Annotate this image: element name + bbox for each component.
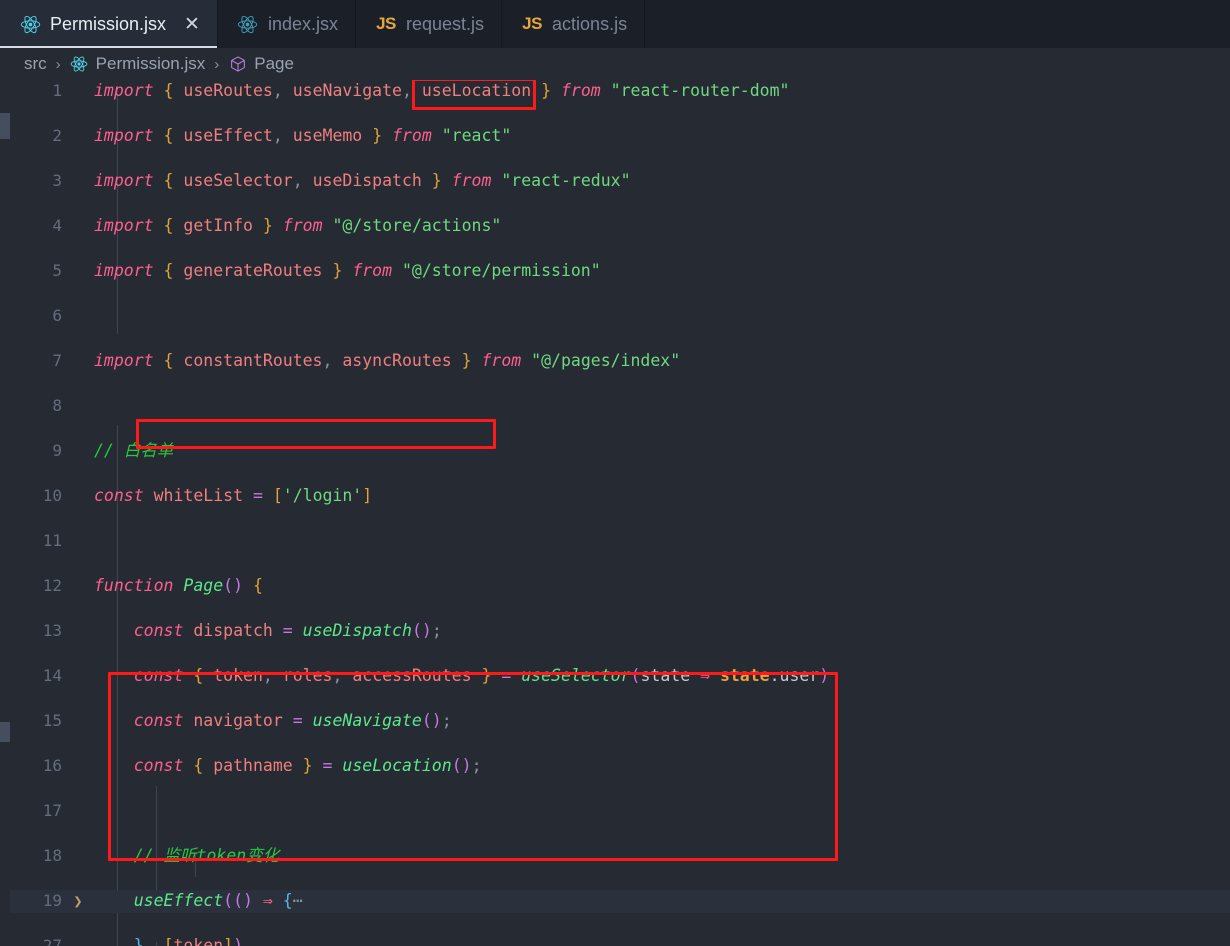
breadcrumb-label: src [24, 54, 47, 73]
chevron-right-icon: › [55, 55, 61, 73]
code-line[interactable]: 5 import { generateRoutes } from "@/stor… [0, 260, 1230, 283]
line-content: // 监听token变化 [94, 846, 280, 865]
breadcrumb-label: Page [254, 54, 294, 73]
line-content: import { useRoutes, useNavigate, useLoca… [94, 81, 790, 100]
chevron-right-icon: › [214, 55, 220, 73]
breadcrumb-item-src[interactable]: src [24, 54, 47, 74]
code-line[interactable]: 2 import { useEffect, useMemo } from "re… [0, 125, 1230, 148]
overview-ruler-mark [0, 722, 10, 742]
js-icon: JS [522, 14, 542, 33]
tab-index-jsx[interactable]: index.jsx [217, 0, 356, 48]
overview-ruler-mark [0, 113, 10, 139]
code-line[interactable]: 9 // 白名单 [0, 440, 1230, 463]
line-content: import { useEffect, useMemo } from "reac… [94, 126, 512, 145]
line-content: }, [token]) [133, 936, 244, 946]
line-content: import { generateRoutes } from "@/store/… [94, 261, 601, 280]
tab-label: index.jsx [267, 13, 338, 34]
tab-request-js[interactable]: JS request.js [355, 0, 503, 48]
code-line[interactable]: 10 const whiteList = ['/login'] [0, 485, 1230, 508]
code-line[interactable]: 18 // 监听token变化 [0, 845, 1230, 868]
vscode-window: Permission.jsx ✕ index.jsx JS request.js… [0, 0, 1230, 946]
close-icon[interactable]: ✕ [184, 15, 200, 34]
code-line[interactable]: 4 import { getInfo } from "@/store/actio… [0, 215, 1230, 238]
code-line[interactable]: 15 const navigator = useNavigate(); [0, 710, 1230, 733]
tab-permission-jsx[interactable]: Permission.jsx ✕ [0, 0, 218, 48]
code-line[interactable]: 11 [0, 530, 1230, 553]
line-content: useEffect(() ⇒ {⋯ [133, 891, 303, 910]
breadcrumb-item-page[interactable]: Page [228, 54, 294, 74]
code-rows: 1 import { useRoutes, useNavigate, useLo… [0, 80, 1230, 946]
react-icon [70, 55, 89, 74]
code-line[interactable]: 27 }, [token]) [0, 935, 1230, 946]
react-icon [237, 13, 259, 35]
breadcrumb-label: Permission.jsx [95, 54, 206, 73]
chevron-right-icon[interactable]: ❯ [70, 890, 86, 913]
code-line[interactable]: 17 [0, 800, 1230, 823]
symbol-class-icon [228, 55, 247, 74]
line-content: const { token, roles, accessRoutes } = u… [133, 666, 830, 685]
react-icon [19, 13, 41, 35]
code-line[interactable]: 6 [0, 305, 1230, 328]
code-line[interactable]: 7 import { constantRoutes, asyncRoutes }… [0, 350, 1230, 373]
code-line[interactable]: 8 [0, 395, 1230, 418]
code-line-folded[interactable]: 19 ❯ useEffect(() ⇒ {⋯ [0, 890, 1230, 913]
line-content: const navigator = useNavigate(); [133, 711, 452, 730]
code-line[interactable]: 14 const { token, roles, accessRoutes } … [0, 665, 1230, 688]
code-line[interactable]: 12 function Page() { [0, 575, 1230, 598]
code-line[interactable]: 16 const { pathname } = useLocation(); [0, 755, 1230, 778]
editor-tab-bar: Permission.jsx ✕ index.jsx JS request.js… [0, 0, 1230, 48]
tab-label: Permission.jsx [50, 13, 167, 34]
js-icon: JS [376, 14, 396, 33]
overview-ruler[interactable] [0, 80, 10, 946]
code-line[interactable]: 3 import { useSelector, useDispatch } fr… [0, 170, 1230, 193]
line-content: import { constantRoutes, asyncRoutes } f… [94, 351, 681, 370]
breadcrumb-item-permission-jsx[interactable]: Permission.jsx [70, 54, 206, 74]
code-line[interactable]: 13 const dispatch = useDispatch(); [0, 620, 1230, 643]
code-editor[interactable]: 1 import { useRoutes, useNavigate, useLo… [0, 80, 1230, 946]
tab-label: request.js [405, 13, 485, 34]
line-content: const { pathname } = useLocation(); [133, 756, 482, 775]
line-content: const whiteList = ['/login'] [94, 486, 373, 505]
line-content: function Page() { [94, 576, 263, 595]
tab-actions-js[interactable]: JS actions.js [502, 0, 646, 48]
line-content: const dispatch = useDispatch(); [133, 621, 442, 640]
line-content: import { useSelector, useDispatch } from… [94, 171, 631, 190]
tab-label: actions.js [552, 13, 628, 34]
breadcrumb: src › Permission.jsx › Page [0, 48, 1230, 80]
code-line[interactable]: 1 import { useRoutes, useNavigate, useLo… [0, 80, 1230, 103]
line-content: // 白名单 [94, 441, 174, 460]
line-content: import { getInfo } from "@/store/actions… [94, 216, 502, 235]
